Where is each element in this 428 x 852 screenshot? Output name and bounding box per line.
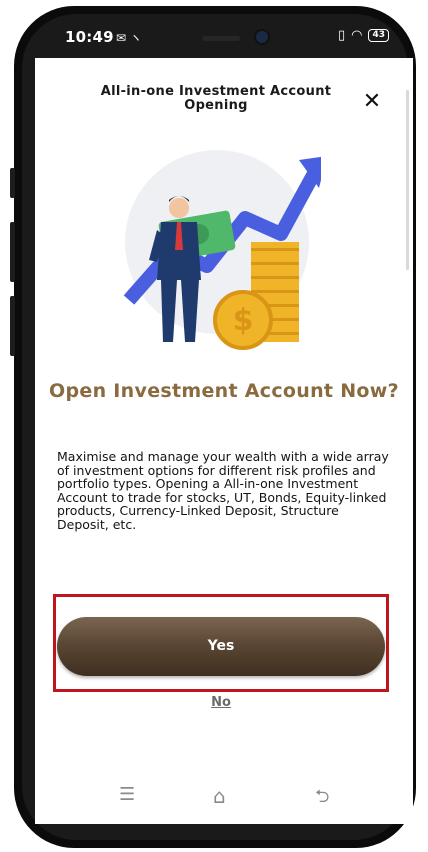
section-heading: Open Investment Account Now?	[49, 380, 399, 402]
android-nav-bar: ☰ ⌂ ⮌	[35, 774, 413, 824]
system-icons: ▯ ◠ 43	[338, 28, 389, 43]
menu-icon[interactable]: ☰	[119, 784, 135, 805]
signal-small-icon: ヽ	[129, 31, 142, 45]
scrollbar[interactable]	[406, 90, 409, 270]
no-link[interactable]: No	[195, 695, 247, 710]
volume-down-button	[10, 296, 15, 356]
dollar-sign-icon: $	[233, 303, 254, 338]
status-time: 10:49	[65, 28, 114, 46]
page-title: All-in-one Investment Account Opening	[100, 84, 332, 113]
battery-icon: 43	[368, 29, 389, 42]
yes-button[interactable]: Yes	[57, 617, 385, 676]
investment-growth-illustration: $	[123, 150, 321, 350]
wifi-icon: ◠	[351, 28, 363, 43]
notification-icons: ✉ ヽ	[116, 29, 142, 46]
app-screen: All-in-one Investment Account Opening ✕ …	[35, 58, 413, 774]
back-icon[interactable]: ⮌	[315, 784, 329, 814]
status-bar: 10:49 ✉ ヽ ▯ ◠ 43	[55, 24, 395, 50]
volume-up-button	[10, 222, 15, 282]
mail-icon: ✉	[116, 31, 127, 45]
battery-level: 43	[372, 30, 385, 40]
vibrate-icon: ▯	[337, 28, 346, 43]
close-icon[interactable]: ✕	[360, 90, 384, 114]
home-icon[interactable]: ⌂	[213, 784, 226, 808]
side-button	[10, 168, 15, 198]
description-text: Maximise and manage your wealth with a w…	[57, 449, 389, 532]
